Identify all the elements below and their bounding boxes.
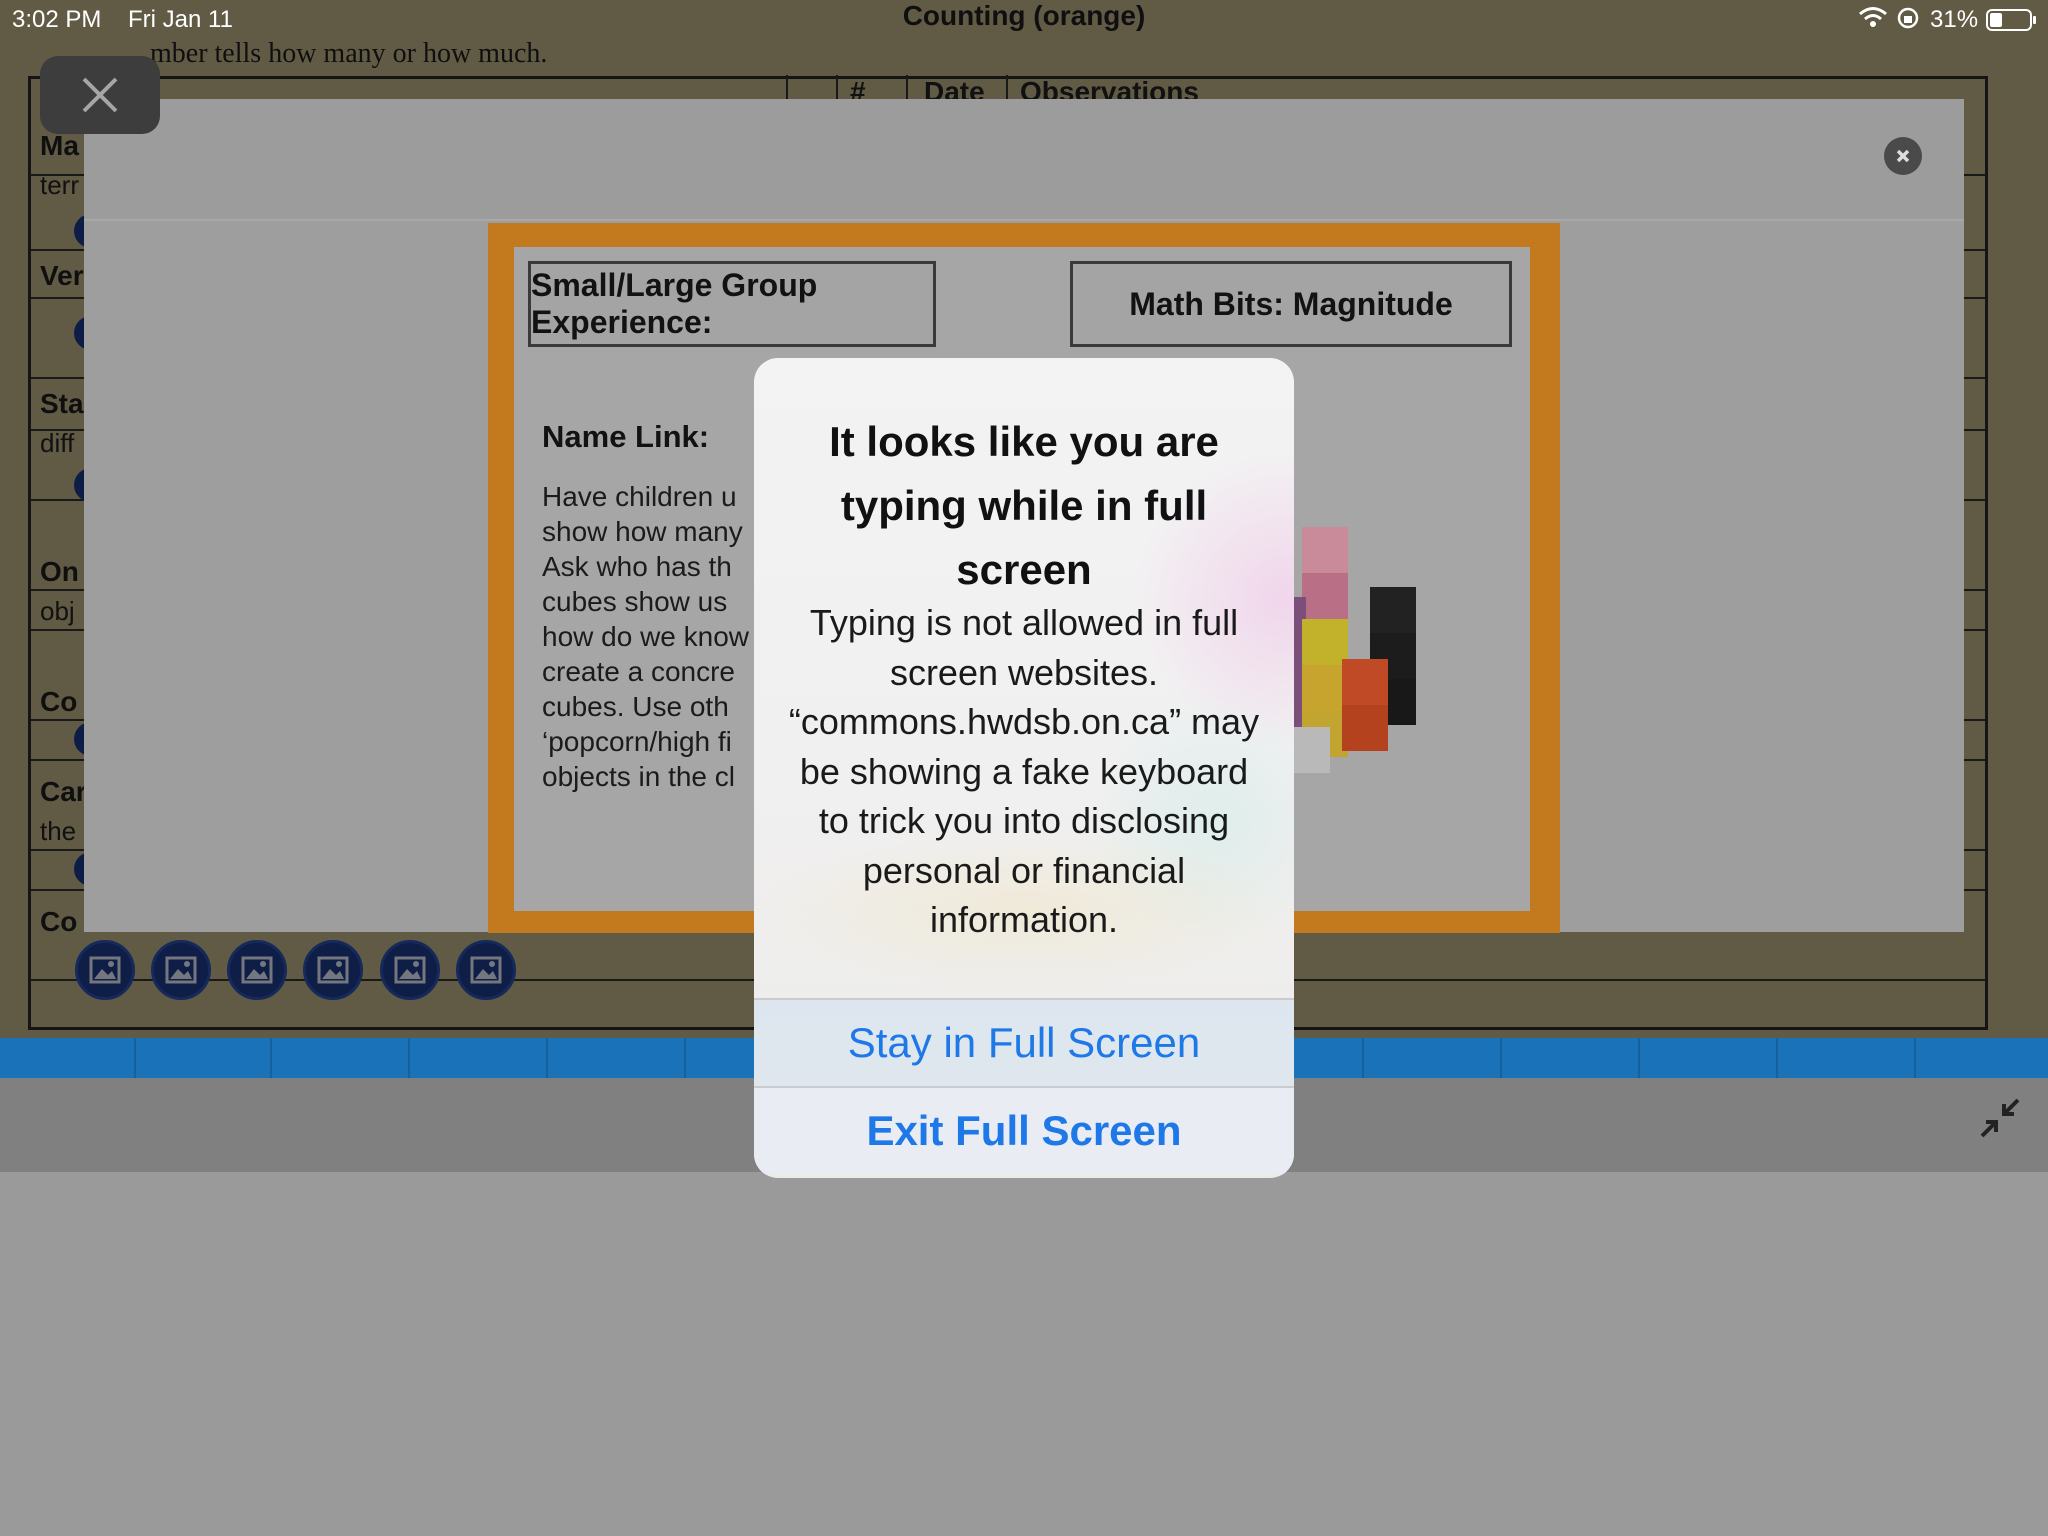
close-button[interactable]	[40, 56, 160, 134]
alert-message: Typing is not allowed in full screen web…	[788, 602, 1260, 940]
alert-title: It looks like you are typing while in fu…	[829, 418, 1219, 593]
orientation-lock-icon	[1896, 6, 1920, 37]
lightbox-header	[84, 99, 1964, 221]
linking-cubes-image	[1284, 527, 1416, 773]
status-time: 3:02 PM	[12, 6, 102, 33]
name-link-heading: Name Link:	[542, 419, 710, 454]
exit-full-screen-button[interactable]: Exit Full Screen	[754, 1088, 1294, 1174]
stay-in-full-screen-button[interactable]: Stay in Full Screen	[754, 1000, 1294, 1086]
math-bits-box: Math Bits: Magnitude	[1070, 261, 1512, 347]
lightbox-close-icon[interactable]	[1884, 137, 1922, 175]
group-experience-box: Small/Large Group Experience:	[528, 261, 936, 347]
battery-percent: 31%	[1930, 6, 1979, 33]
fullscreen-typing-alert: It looks like you are typing while in fu…	[754, 358, 1294, 1178]
exit-fullscreen-icon[interactable]	[1978, 1096, 2022, 1140]
battery-icon	[1986, 8, 2038, 39]
wifi-icon	[1858, 6, 1888, 35]
close-icon	[82, 77, 118, 113]
status-date: Fri Jan 11	[128, 6, 233, 33]
